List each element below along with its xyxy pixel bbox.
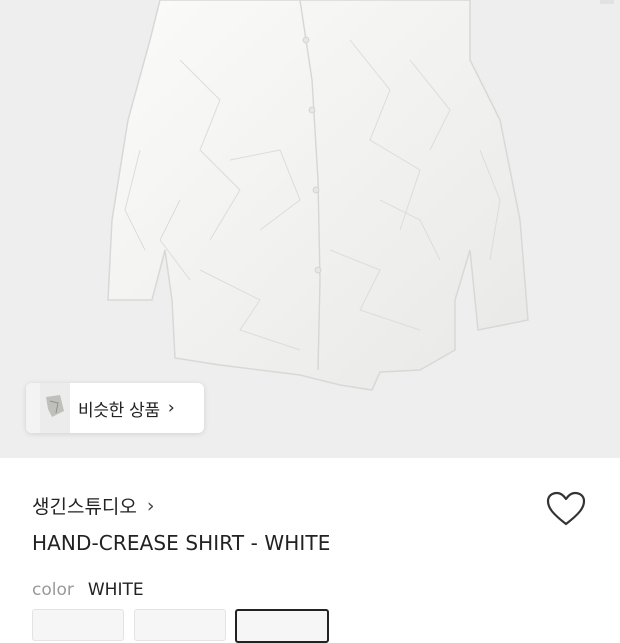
- brand-link[interactable]: 생긴스튜디오 ›: [32, 492, 155, 519]
- similar-thumbnails: [26, 383, 70, 433]
- similar-products-label: 비슷한 상품: [78, 400, 160, 421]
- color-row: color WHITE: [32, 580, 144, 600]
- chevron-right-icon: ›: [146, 494, 155, 517]
- color-swatch[interactable]: [134, 609, 226, 641]
- wishlist-button[interactable]: [545, 490, 587, 528]
- product-title: HAND-CREASE SHIRT - WHITE: [32, 531, 331, 555]
- color-label: color: [32, 580, 74, 600]
- chevron-right-icon: ›: [167, 398, 175, 418]
- similar-products-button[interactable]: 비슷한 상품 ›: [26, 383, 204, 433]
- color-swatch-selected[interactable]: [235, 609, 329, 643]
- color-swatch[interactable]: [32, 609, 124, 641]
- similar-thumbnail: [40, 383, 70, 433]
- brand-name: 생긴스튜디오: [32, 496, 137, 518]
- heart-outline-icon: [546, 491, 586, 526]
- product-image[interactable]: 비슷한 상품 ›: [0, 0, 620, 458]
- color-value: WHITE: [87, 580, 144, 600]
